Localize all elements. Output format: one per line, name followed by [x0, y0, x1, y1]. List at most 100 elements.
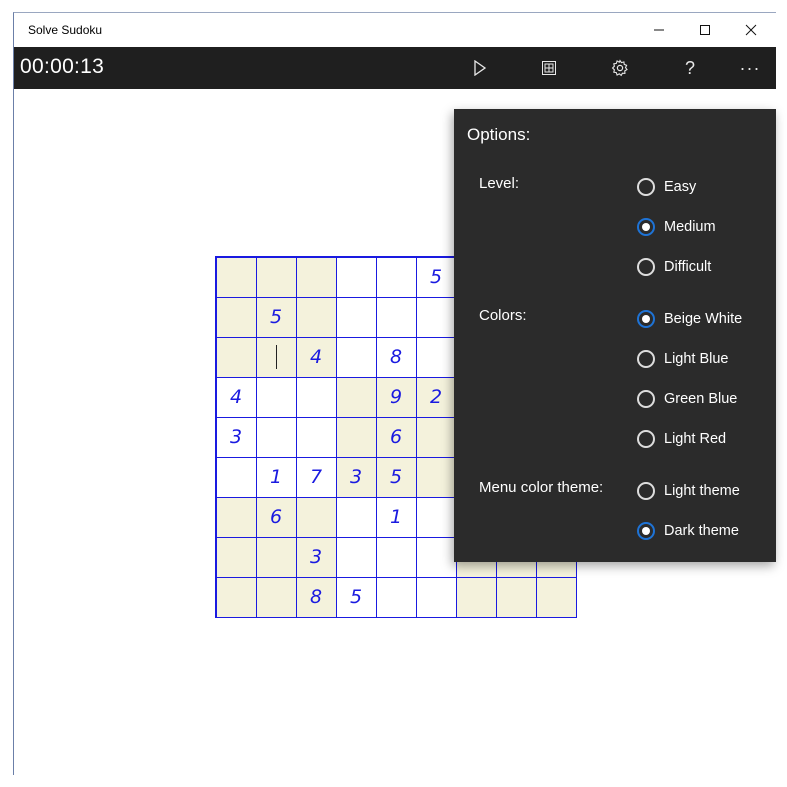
sudoku-cell[interactable] — [335, 496, 377, 538]
sudoku-cell[interactable] — [215, 456, 257, 498]
sudoku-cell[interactable] — [215, 256, 257, 298]
sudoku-cell[interactable] — [535, 576, 577, 618]
play-icon — [474, 60, 487, 76]
sudoku-cell[interactable]: 5 — [255, 296, 297, 338]
radio-circle — [637, 310, 655, 328]
grid-button[interactable] — [529, 51, 569, 85]
sudoku-cell[interactable] — [255, 536, 297, 578]
sudoku-cell[interactable] — [415, 296, 457, 338]
color-beige-white-radio[interactable]: Beige White — [637, 307, 742, 331]
radio-label: Light theme — [664, 483, 740, 499]
radio-label: Light Red — [664, 431, 727, 447]
sudoku-cell[interactable] — [215, 536, 257, 578]
sudoku-cell[interactable] — [295, 496, 337, 538]
sudoku-cell[interactable]: 5 — [335, 576, 377, 618]
sudoku-cell[interactable] — [215, 496, 257, 538]
sudoku-cell[interactable] — [335, 256, 377, 298]
cell-digit: 8 — [389, 346, 403, 368]
sudoku-cell[interactable]: 7 — [295, 456, 337, 498]
radio-circle — [637, 482, 655, 500]
cell-digit: 3 — [349, 466, 363, 488]
help-button[interactable]: ? — [670, 51, 710, 85]
sudoku-cell[interactable]: 4 — [215, 376, 257, 418]
radio-label: Beige White — [664, 311, 743, 327]
cell-digit: 5 — [389, 466, 403, 488]
sudoku-cell[interactable] — [495, 576, 537, 618]
menu-theme-label: Menu color theme: — [479, 479, 604, 496]
sudoku-cell[interactable] — [335, 296, 377, 338]
sudoku-cell[interactable]: 6 — [255, 496, 297, 538]
theme-dark-radio[interactable]: Dark theme — [637, 519, 739, 543]
cell-digit: 5 — [349, 586, 363, 608]
sudoku-cell[interactable] — [215, 576, 257, 618]
cell-digit: 4 — [229, 386, 243, 408]
sudoku-cell[interactable] — [375, 536, 417, 578]
cell-digit: 3 — [309, 546, 323, 568]
level-easy-radio[interactable]: Easy — [637, 175, 696, 199]
radio-circle — [637, 258, 655, 276]
sudoku-cell[interactable]: 8 — [295, 576, 337, 618]
sudoku-cell[interactable] — [335, 536, 377, 578]
sudoku-cell[interactable] — [255, 576, 297, 618]
sudoku-cell[interactable] — [215, 336, 257, 378]
command-bar: 00:00:13 ? ··· — [14, 47, 776, 89]
settings-button[interactable] — [600, 51, 640, 85]
play-button[interactable] — [460, 51, 500, 85]
theme-light-radio[interactable]: Light theme — [637, 479, 740, 503]
sudoku-cell[interactable] — [335, 416, 377, 458]
sudoku-cell[interactable]: 1 — [375, 496, 417, 538]
minimize-button[interactable] — [636, 13, 682, 47]
color-light-blue-radio[interactable]: Light Blue — [637, 347, 729, 371]
cell-digit: 6 — [269, 506, 283, 528]
text-caret — [275, 345, 277, 369]
sudoku-cell[interactable]: 3 — [335, 456, 377, 498]
sudoku-cell[interactable] — [295, 416, 337, 458]
radio-label: Dark theme — [664, 523, 739, 539]
cell-digit: 3 — [229, 426, 243, 448]
sudoku-cell[interactable] — [255, 376, 297, 418]
sudoku-cell[interactable] — [455, 576, 497, 618]
sudoku-cell[interactable] — [415, 416, 457, 458]
sudoku-cell[interactable]: 6 — [375, 416, 417, 458]
sudoku-cell[interactable]: 3 — [215, 416, 257, 458]
sudoku-cell[interactable] — [295, 256, 337, 298]
sudoku-cell[interactable] — [335, 336, 377, 378]
sudoku-cell[interactable]: 2 — [415, 376, 457, 418]
level-difficult-radio[interactable]: Difficult — [637, 255, 711, 279]
sudoku-cell[interactable] — [415, 576, 457, 618]
close-button[interactable] — [728, 13, 774, 47]
sudoku-cell[interactable]: 8 — [375, 336, 417, 378]
app-window: Solve Sudoku 00:00:13 ? ··· 5 5 4 8 4 9 … — [13, 12, 776, 775]
sudoku-cell[interactable]: 4 — [295, 336, 337, 378]
radio-circle — [637, 178, 655, 196]
sudoku-cell[interactable] — [255, 416, 297, 458]
sudoku-cell[interactable] — [415, 496, 457, 538]
sudoku-cell[interactable] — [415, 456, 457, 498]
level-medium-radio[interactable]: Medium — [637, 215, 716, 239]
sudoku-cell[interactable] — [255, 336, 297, 378]
sudoku-cell[interactable]: 5 — [415, 256, 457, 298]
sudoku-cell[interactable] — [215, 296, 257, 338]
sudoku-cell[interactable] — [415, 336, 457, 378]
maximize-button[interactable] — [682, 13, 728, 47]
more-button[interactable]: ··· — [730, 51, 770, 85]
maximize-icon — [700, 25, 710, 35]
close-icon — [745, 24, 757, 36]
sudoku-cell[interactable] — [295, 296, 337, 338]
sudoku-cell[interactable] — [375, 296, 417, 338]
sudoku-cell[interactable]: 3 — [295, 536, 337, 578]
sudoku-cell[interactable]: 1 — [255, 456, 297, 498]
sudoku-cell[interactable] — [335, 376, 377, 418]
sudoku-cell[interactable]: 9 — [375, 376, 417, 418]
sudoku-cell[interactable] — [255, 256, 297, 298]
window-title: Solve Sudoku — [28, 23, 103, 37]
options-title: Options: — [467, 125, 531, 144]
gear-icon — [611, 59, 628, 77]
sudoku-cell[interactable] — [415, 536, 457, 578]
sudoku-cell[interactable]: 5 — [375, 456, 417, 498]
sudoku-cell[interactable] — [295, 376, 337, 418]
sudoku-cell[interactable] — [375, 256, 417, 298]
color-green-blue-radio[interactable]: Green Blue — [637, 387, 737, 411]
color-light-red-radio[interactable]: Light Red — [637, 427, 726, 451]
sudoku-cell[interactable] — [375, 576, 417, 618]
